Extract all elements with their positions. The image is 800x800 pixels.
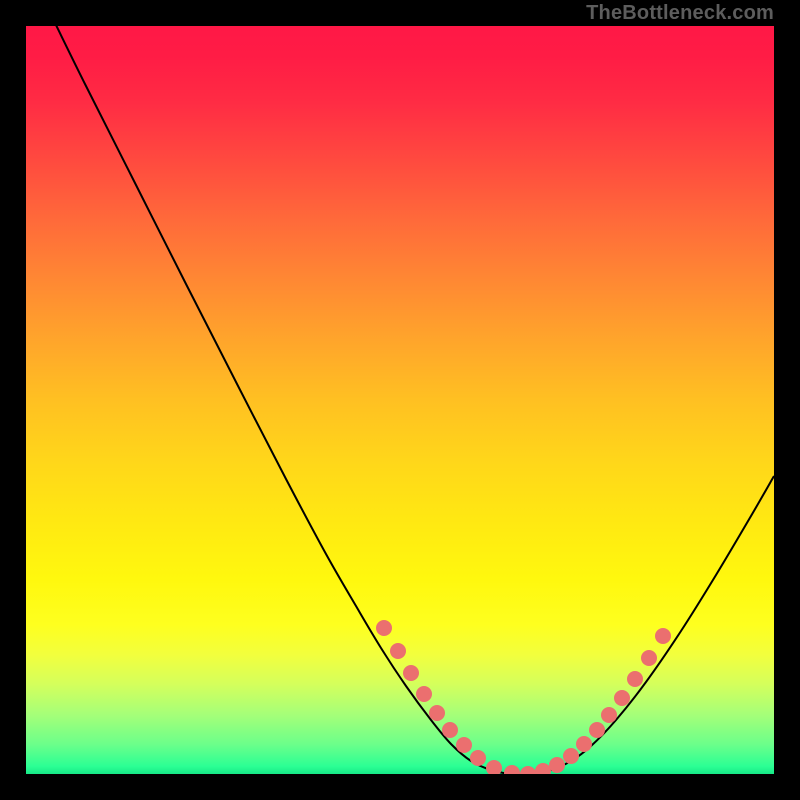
chart-frame <box>26 26 774 774</box>
watermark-text: TheBottleneck.com <box>586 2 774 25</box>
chart-gradient-bg <box>26 26 774 774</box>
